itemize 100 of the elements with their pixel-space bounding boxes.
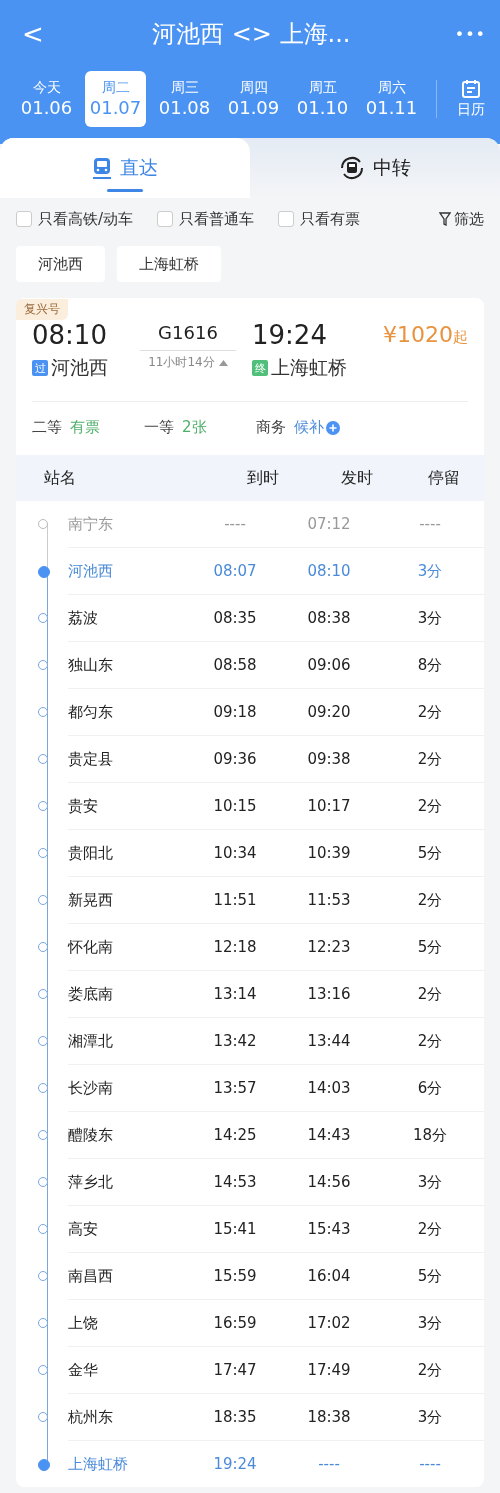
date-tab[interactable]: 今天 01.06 bbox=[16, 71, 77, 127]
stop-duration-cell-text: 2分 bbox=[416, 1219, 444, 1239]
filter-checkbox[interactable]: 只看有票 bbox=[278, 209, 361, 229]
depart-time-cell-text: 08:10 bbox=[306, 562, 352, 580]
seat-class: 一等 bbox=[144, 418, 174, 437]
arrive-time-cell-text: 14:25 bbox=[212, 1126, 258, 1144]
tab[interactable]: 中转 bbox=[250, 138, 500, 198]
station-chip[interactable]: 上海虹桥 bbox=[117, 246, 221, 282]
station-name: 娄底南 bbox=[68, 984, 114, 1004]
station-name: 怀化南 bbox=[68, 937, 114, 957]
date-tab[interactable]: 周五 01.10 bbox=[292, 71, 353, 127]
arrive-time-cell-text: 13:57 bbox=[212, 1079, 258, 1097]
station-name: 湘潭北 bbox=[68, 1031, 114, 1051]
station-chip[interactable]: 河池西 bbox=[16, 246, 105, 282]
station-name: 都匀东 bbox=[68, 702, 114, 722]
terminal-tag: 终 bbox=[252, 360, 268, 376]
depart-time-cell-text: 10:17 bbox=[306, 797, 352, 815]
arrive-time-cell-text: ---- bbox=[223, 515, 247, 533]
depart-time-cell-text: 12:23 bbox=[306, 938, 352, 956]
depart-station: 河池西 bbox=[51, 355, 108, 380]
depart-time-cell-text: 14:56 bbox=[306, 1173, 352, 1191]
station-name: 荔波 bbox=[68, 608, 99, 628]
station-name: 南宁东 bbox=[68, 514, 114, 534]
depart-time-cell-text: 17:02 bbox=[306, 1314, 352, 1332]
arrive-time-cell-text: 10:34 bbox=[212, 844, 258, 862]
depart-time-cell-text: ---- bbox=[317, 1455, 341, 1473]
arrive-time-cell-text: 13:14 bbox=[212, 985, 258, 1003]
stop-duration-cell-text: 3分 bbox=[416, 1407, 444, 1427]
seat-class: 商务 bbox=[256, 418, 286, 437]
arrive-time-cell-text: 12:18 bbox=[212, 938, 258, 956]
stop-duration-cell-text: 3分 bbox=[416, 561, 444, 581]
depart-time-cell-text: 14:03 bbox=[306, 1079, 352, 1097]
depart-time-cell-text: 13:44 bbox=[306, 1032, 352, 1050]
stop-duration-cell-text: 8分 bbox=[416, 655, 444, 675]
depart-time-cell-text: 07:12 bbox=[306, 515, 352, 533]
transfer-train-icon bbox=[339, 155, 365, 181]
stop-duration-cell-text: ---- bbox=[418, 515, 442, 533]
filter-checkbox[interactable]: 只看高铁/动车 bbox=[16, 209, 134, 229]
depart-time-cell-text: 18:38 bbox=[306, 1408, 352, 1426]
depart-time-cell-text: 14:43 bbox=[306, 1126, 352, 1144]
train-icon bbox=[92, 157, 112, 179]
depart-time: 08:10 bbox=[32, 320, 108, 350]
stop-duration-cell-text: 2分 bbox=[416, 890, 444, 910]
stop-duration-cell-text: 2分 bbox=[416, 796, 444, 816]
station-name: 金华 bbox=[68, 1360, 99, 1380]
seat-status: 候补 bbox=[294, 418, 324, 437]
column-header: 站名 bbox=[44, 467, 77, 489]
arrive-time-cell-text: 13:42 bbox=[212, 1032, 258, 1050]
caret-icon bbox=[218, 359, 228, 366]
tab[interactable]: 直达 bbox=[0, 138, 250, 198]
station-name: 醴陵东 bbox=[68, 1125, 114, 1145]
stop-duration-cell-text: 2分 bbox=[416, 749, 444, 769]
arrive-time-cell-text: 15:59 bbox=[212, 1267, 258, 1285]
depart-time-cell-text: 13:16 bbox=[306, 985, 352, 1003]
depart-time-cell-text: 16:04 bbox=[306, 1267, 352, 1285]
more-button[interactable]: ••• bbox=[454, 24, 486, 44]
filter-icon bbox=[439, 212, 451, 226]
filter-button[interactable]: 筛选 bbox=[439, 209, 484, 229]
seat-status: 2张 bbox=[182, 418, 207, 437]
station-name: 独山东 bbox=[68, 655, 114, 675]
duration-toggle[interactable]: 11小时14分 bbox=[148, 354, 228, 371]
station-name: 贵阳北 bbox=[68, 843, 114, 863]
station-name: 高安 bbox=[68, 1219, 99, 1239]
arrive-time: 19:24 bbox=[252, 320, 328, 350]
depart-time-cell-text: 09:38 bbox=[306, 750, 352, 768]
depart-time-cell-text: 17:49 bbox=[306, 1361, 352, 1379]
date-tab[interactable]: 周六 01.11 bbox=[361, 71, 422, 127]
price: ¥1020起 bbox=[383, 321, 468, 347]
station-name: 长沙南 bbox=[68, 1078, 114, 1098]
depart-time-cell-text: 08:38 bbox=[306, 609, 352, 627]
arrive-time-cell-text: 09:36 bbox=[212, 750, 258, 768]
station-name: 南昌西 bbox=[68, 1266, 114, 1286]
depart-time-cell-text: 11:53 bbox=[306, 891, 352, 909]
depart-time-cell-text: 09:20 bbox=[306, 703, 352, 721]
stop-duration-cell-text: 2分 bbox=[416, 984, 444, 1004]
train-number: G1616 bbox=[140, 320, 236, 351]
arrive-time-cell-text: 18:35 bbox=[212, 1408, 258, 1426]
stop-duration-cell-text: 5分 bbox=[416, 843, 444, 863]
arrive-time-cell-text: 19:24 bbox=[212, 1455, 258, 1473]
back-button[interactable]: < bbox=[18, 19, 48, 49]
date-tab[interactable]: 周二 01.07 bbox=[85, 71, 146, 127]
stop-duration-cell-text: 3分 bbox=[416, 1313, 444, 1333]
arrive-time-cell-text: 08:35 bbox=[212, 609, 258, 627]
station-name: 杭州东 bbox=[68, 1407, 114, 1427]
add-icon[interactable] bbox=[326, 420, 340, 435]
calendar-icon bbox=[461, 79, 481, 99]
arrive-time-cell-text: 17:47 bbox=[212, 1361, 258, 1379]
pass-tag: 过 bbox=[32, 360, 48, 376]
arrive-station: 上海虹桥 bbox=[271, 355, 347, 380]
arrive-time-cell-text: 09:18 bbox=[212, 703, 258, 721]
date-tab[interactable]: 周四 01.09 bbox=[223, 71, 284, 127]
depart-time-cell-text: 15:43 bbox=[306, 1220, 352, 1238]
station-name: 贵安 bbox=[68, 796, 99, 816]
filter-checkbox[interactable]: 只看普通车 bbox=[157, 209, 255, 229]
depart-time-cell-text: 09:06 bbox=[306, 656, 352, 674]
stop-duration-cell-text: 3分 bbox=[416, 608, 444, 628]
date-tab[interactable]: 周三 01.08 bbox=[154, 71, 215, 127]
seat-class: 二等 bbox=[32, 418, 62, 437]
stop-duration-cell-text: 18分 bbox=[411, 1125, 449, 1145]
calendar-button[interactable]: 日历 bbox=[457, 79, 485, 119]
